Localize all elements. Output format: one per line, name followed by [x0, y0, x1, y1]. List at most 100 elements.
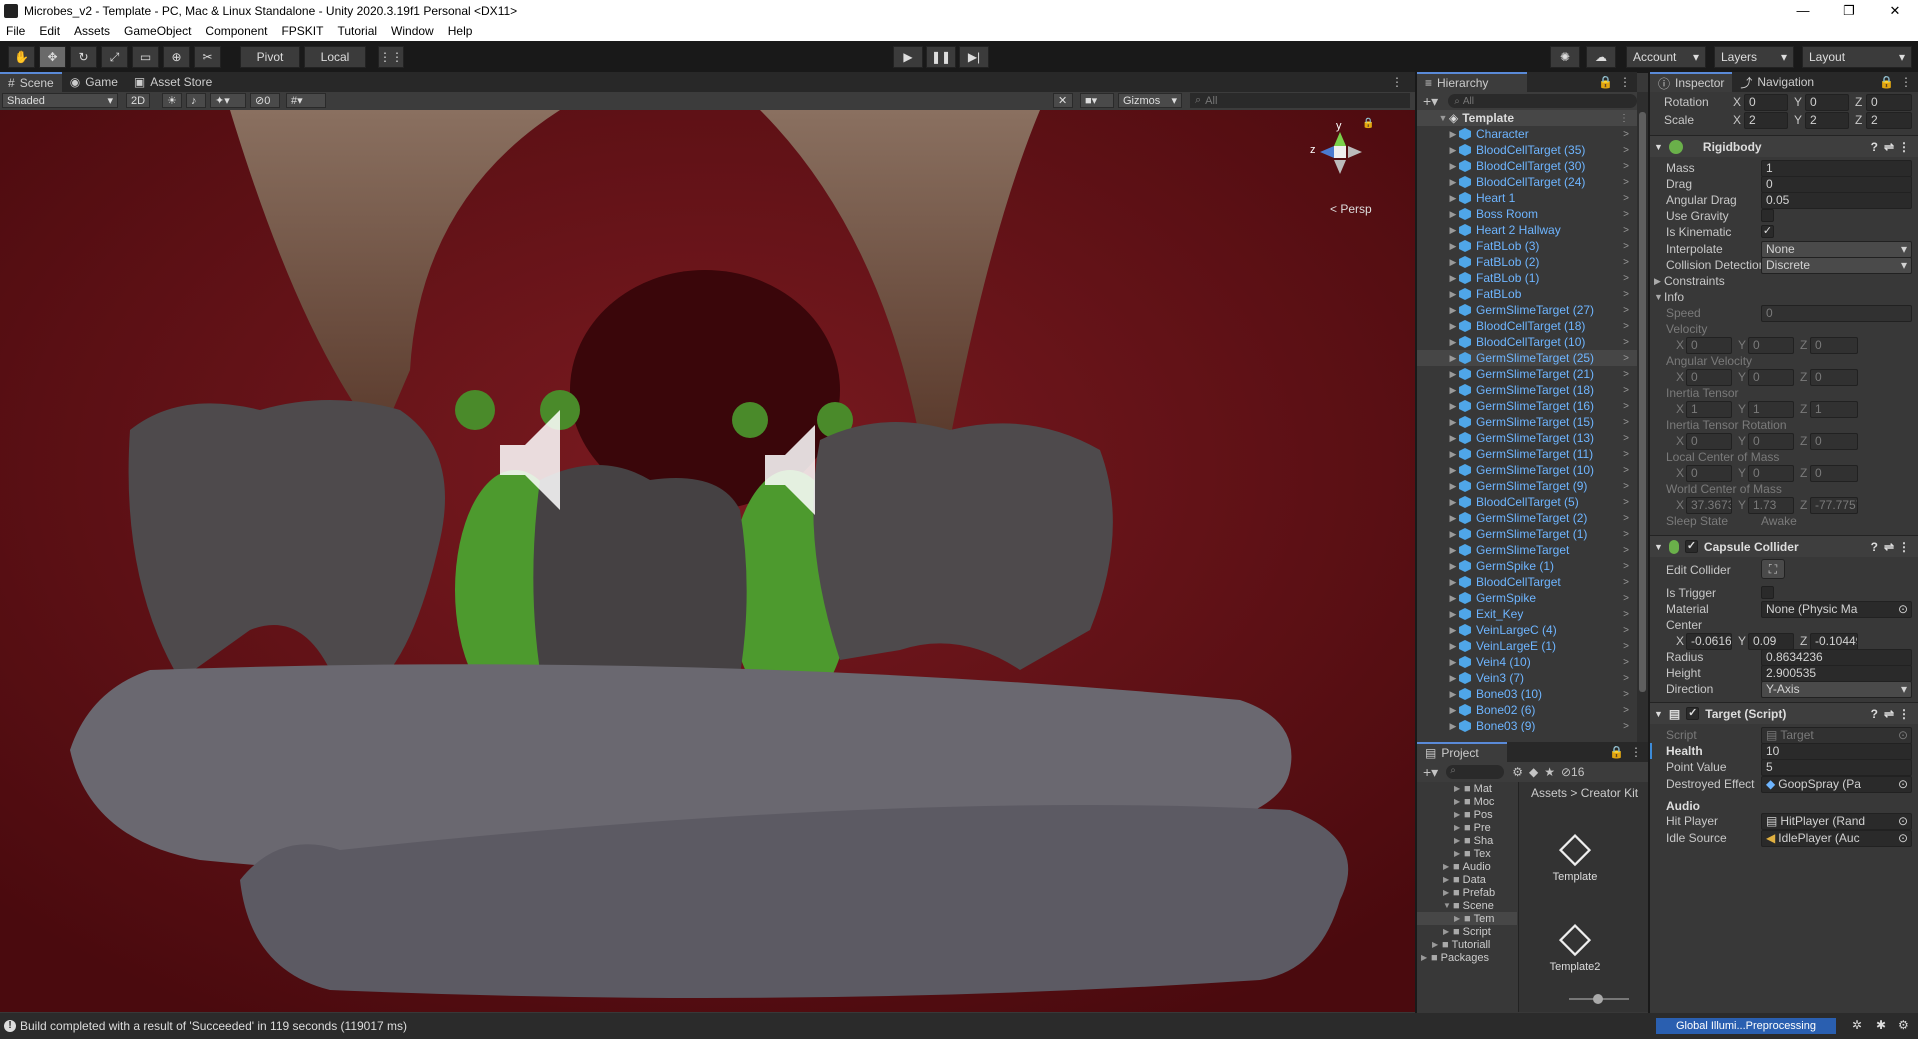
scale-y-field[interactable]: 2: [1805, 111, 1849, 129]
hierarchy-item[interactable]: ▶ BloodCellTarget (24) >: [1417, 174, 1637, 190]
add-icon[interactable]: +▾: [1423, 93, 1438, 110]
account-dropdown[interactable]: Account ▾: [1626, 46, 1706, 68]
edit-collider-button[interactable]: ⛶: [1761, 559, 1785, 579]
preset-icon[interactable]: ⇌: [1884, 707, 1894, 721]
project-folder-item[interactable]: ▶ ■ Pos: [1417, 808, 1517, 821]
menu-tutorial[interactable]: Tutorial: [337, 24, 377, 38]
tab-project[interactable]: ▤ Project: [1417, 742, 1507, 762]
tab-game[interactable]: ◉ Game: [62, 72, 126, 92]
hierarchy-item[interactable]: ▶ Exit_Key >: [1417, 606, 1637, 622]
expand-arrow-icon[interactable]: ▶: [1447, 721, 1459, 732]
expand-arrow-icon[interactable]: ▶: [1454, 836, 1464, 845]
expand-arrow-icon[interactable]: ▶: [1447, 641, 1459, 652]
expand-arrow-icon[interactable]: ▶: [1447, 401, 1459, 412]
expand-arrow-icon[interactable]: ▶: [1447, 673, 1459, 684]
maximize-button[interactable]: ❐: [1826, 3, 1872, 19]
kebab-menu-icon[interactable]: ⋮: [1900, 75, 1912, 89]
help-icon[interactable]: ?: [1871, 707, 1878, 721]
minimize-button[interactable]: —: [1780, 3, 1826, 19]
hierarchy-item[interactable]: ▶ Boss Room >: [1417, 206, 1637, 222]
kebab-menu-icon[interactable]: ⋮: [1630, 745, 1642, 759]
hand-tool-icon[interactable]: ✋: [8, 46, 35, 68]
breadcrumb-creator-kit[interactable]: Creator Kit: [1581, 786, 1638, 800]
menu-window[interactable]: Window: [391, 24, 434, 38]
chevron-right-icon[interactable]: >: [1623, 497, 1629, 508]
expand-arrow-icon[interactable]: ▶: [1447, 385, 1459, 396]
chevron-right-icon[interactable]: >: [1623, 513, 1629, 524]
hierarchy-item[interactable]: ▶ BloodCellTarget (18) >: [1417, 318, 1637, 334]
chevron-right-icon[interactable]: >: [1623, 609, 1629, 620]
expand-arrow-icon[interactable]: ▶: [1447, 353, 1459, 364]
persp-label[interactable]: < Persp: [1330, 202, 1372, 216]
expand-arrow-icon[interactable]: ▶: [1447, 145, 1459, 156]
eye-slash-icon[interactable]: ⊘: [1561, 765, 1571, 779]
capsule-collider-header[interactable]: ▼ ✓ Capsule Collider ? ⇌ ⋮: [1650, 535, 1918, 557]
scale-z-field[interactable]: 2: [1866, 111, 1912, 129]
project-folder-item[interactable]: ▶ ■ Prefab: [1417, 886, 1517, 899]
favorite-icon[interactable]: ★: [1544, 765, 1555, 779]
project-folder-item[interactable]: ▶ ■ Moc: [1417, 795, 1517, 808]
layers-dropdown[interactable]: Layers ▾: [1714, 46, 1794, 68]
chevron-right-icon[interactable]: >: [1623, 465, 1629, 476]
chevron-right-icon[interactable]: >: [1623, 145, 1629, 156]
chevron-right-icon[interactable]: >: [1623, 385, 1629, 396]
preset-icon[interactable]: ⇌: [1884, 140, 1894, 154]
grid-dropdown[interactable]: #▾: [286, 93, 326, 108]
preset-icon[interactable]: ⇌: [1884, 540, 1894, 554]
hierarchy-item[interactable]: ▶ GermSlimeTarget (11) >: [1417, 446, 1637, 462]
chevron-right-icon[interactable]: >: [1623, 657, 1629, 668]
chevron-right-icon[interactable]: >: [1623, 577, 1629, 588]
hierarchy-item[interactable]: ▶ Bone03 (9) >: [1417, 718, 1637, 732]
expand-arrow-icon[interactable]: ▶: [1447, 625, 1459, 636]
hierarchy-item[interactable]: ▶ FatBLob (2) >: [1417, 254, 1637, 270]
lighting-icon[interactable]: ☀: [162, 93, 182, 108]
chevron-right-icon[interactable]: >: [1623, 305, 1629, 316]
asset-template2[interactable]: ◇ Template2: [1545, 912, 1605, 973]
expand-arrow-icon[interactable]: ▼: [1654, 292, 1663, 302]
cloud-icon[interactable]: ☁: [1586, 46, 1616, 68]
expand-arrow-icon[interactable]: ▶: [1432, 940, 1442, 949]
hierarchy-item[interactable]: ▶ BloodCellTarget (5) >: [1417, 494, 1637, 510]
expand-arrow-icon[interactable]: ▼: [1437, 113, 1449, 123]
hierarchy-item[interactable]: ▶ GermSlimeTarget (13) >: [1417, 430, 1637, 446]
help-icon[interactable]: ?: [1871, 140, 1878, 154]
scale-x-field[interactable]: 2: [1744, 111, 1788, 129]
expand-arrow-icon[interactable]: ▶: [1654, 276, 1661, 287]
expand-arrow-icon[interactable]: ▶: [1447, 321, 1459, 332]
chevron-right-icon[interactable]: >: [1623, 481, 1629, 492]
move-tool-icon[interactable]: ✥: [39, 46, 66, 68]
enabled-checkbox[interactable]: ✓: [1684, 540, 1698, 553]
is-kinematic-checkbox[interactable]: ✓: [1761, 225, 1774, 238]
expand-arrow-icon[interactable]: ▶: [1447, 241, 1459, 252]
expand-arrow-icon[interactable]: ▶: [1447, 433, 1459, 444]
kebab-menu-icon[interactable]: ⋮: [1898, 540, 1910, 554]
expand-arrow-icon[interactable]: ▶: [1447, 129, 1459, 140]
kebab-menu-icon[interactable]: ⋮: [1391, 75, 1403, 89]
hierarchy-item[interactable]: ▶ GermSlimeTarget (1) >: [1417, 526, 1637, 542]
expand-arrow-icon[interactable]: ▶: [1447, 305, 1459, 316]
expand-arrow-icon[interactable]: ▶: [1447, 561, 1459, 572]
menu-component[interactable]: Component: [205, 24, 267, 38]
local-toggle[interactable]: Local: [304, 46, 366, 68]
chevron-right-icon[interactable]: >: [1623, 321, 1629, 332]
gi-progress-bar[interactable]: Global Illumi...Preprocessing: [1656, 1018, 1836, 1034]
hierarchy-item[interactable]: ▶ VeinLargeC (4) >: [1417, 622, 1637, 638]
tab-hierarchy[interactable]: ≡ Hierarchy: [1417, 72, 1527, 92]
lock-icon[interactable]: 🔒: [1598, 75, 1613, 89]
2d-toggle[interactable]: 2D: [126, 93, 150, 108]
menu-assets[interactable]: Assets: [74, 24, 110, 38]
chevron-right-icon[interactable]: >: [1623, 129, 1629, 140]
expand-arrow-icon[interactable]: ▶: [1447, 161, 1459, 172]
expand-arrow-icon[interactable]: ▶: [1447, 545, 1459, 556]
close-button[interactable]: ✕: [1872, 3, 1918, 19]
expand-arrow-icon[interactable]: ▶: [1447, 209, 1459, 220]
axis-y-cone[interactable]: [1334, 132, 1346, 146]
hierarchy-item[interactable]: ▶ GermSlimeTarget >: [1417, 542, 1637, 558]
kebab-menu-icon[interactable]: ⋮: [1619, 75, 1631, 89]
chevron-right-icon[interactable]: >: [1623, 561, 1629, 572]
idle-source-field[interactable]: ◀ IdlePlayer (Auc ⊙: [1761, 829, 1912, 847]
help-icon[interactable]: ?: [1871, 540, 1878, 554]
expand-arrow-icon[interactable]: ▼: [1654, 142, 1663, 152]
rect-tool-icon[interactable]: ▭: [132, 46, 159, 68]
expand-arrow-icon[interactable]: ▶: [1454, 914, 1464, 923]
